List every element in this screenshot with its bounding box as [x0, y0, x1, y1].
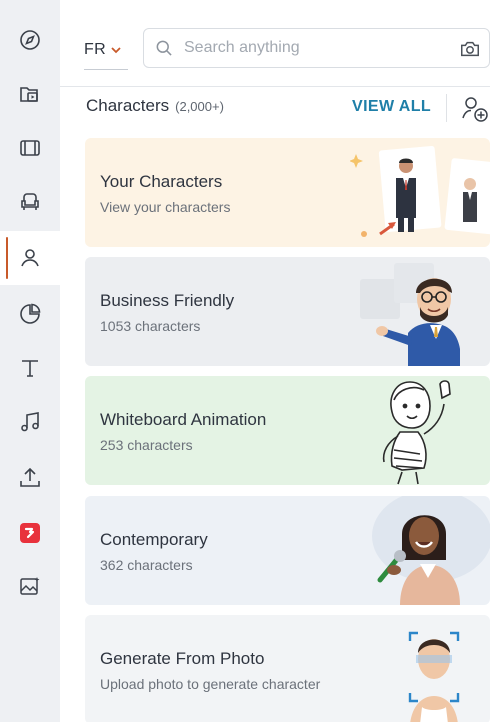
- business-friendly-illustration: [360, 263, 460, 366]
- search-input[interactable]: [184, 39, 444, 57]
- sidebar-item-explore[interactable]: [0, 13, 60, 67]
- person-icon: [21, 249, 39, 267]
- card-subtitle: View your characters: [100, 199, 231, 215]
- chevron-down-icon: [111, 47, 121, 54]
- generate-from-photo-illustration: [408, 631, 460, 722]
- sidebar-item-app[interactable]: [0, 506, 60, 560]
- header-divider: [60, 86, 490, 87]
- card-subtitle: Upload photo to generate character: [100, 676, 321, 692]
- sidebar-item-upload[interactable]: [0, 451, 60, 505]
- sidebar-item-characters[interactable]: [0, 231, 60, 285]
- sidebar-item-music[interactable]: [0, 395, 60, 449]
- header-separator: [446, 94, 447, 122]
- card-title: Contemporary: [100, 530, 208, 549]
- language-underline: [84, 69, 128, 70]
- film-icon: [20, 140, 40, 156]
- search-bar: [143, 28, 490, 68]
- folder-play-icon: [20, 87, 38, 102]
- add-character-icon[interactable]: [460, 94, 490, 124]
- section-count: (2,000+): [175, 99, 224, 114]
- image-sparkle-icon: [20, 577, 40, 595]
- card-generate-from-photo[interactable]: Generate From Photo Upload photo to gene…: [85, 615, 490, 722]
- card-subtitle: 1053 characters: [100, 318, 201, 334]
- card-subtitle: 362 characters: [100, 557, 193, 573]
- upload-icon: [20, 467, 40, 487]
- sidebar-item-props[interactable]: [0, 175, 60, 229]
- card-title: Business Friendly: [100, 291, 235, 310]
- view-all-link[interactable]: VIEW ALL: [352, 98, 431, 116]
- section-title: Characters (2,000+): [86, 96, 224, 120]
- compass-icon: [20, 30, 40, 50]
- language-label: FR: [84, 41, 106, 58]
- card-title: Generate From Photo: [100, 649, 265, 668]
- section-title-text: Characters: [86, 96, 170, 115]
- whiteboard-animation-illustration: [382, 380, 451, 485]
- card-subtitle: 253 characters: [100, 437, 193, 453]
- contemporary-illustration: [372, 496, 490, 605]
- your-characters-illustration: [350, 145, 490, 237]
- sidebar-item-ai-image[interactable]: [0, 560, 60, 614]
- card-title: Whiteboard Animation: [100, 410, 267, 429]
- music-note-icon: [21, 412, 39, 432]
- language-selector[interactable]: FR: [84, 30, 128, 70]
- armchair-icon: [21, 193, 39, 210]
- sidebar-item-scenes[interactable]: [0, 121, 60, 175]
- sidebar-item-text[interactable]: [0, 341, 60, 395]
- sidebar-item-charts[interactable]: [0, 287, 60, 341]
- pie-chart-icon: [20, 303, 41, 324]
- card-whiteboard-animation[interactable]: Whiteboard Animation 253 characters: [85, 376, 490, 485]
- left-sidebar: [0, 0, 60, 722]
- card-contemporary[interactable]: Contemporary 362 characters: [85, 496, 490, 605]
- sidebar-item-media[interactable]: [0, 67, 60, 121]
- text-icon: [22, 360, 38, 377]
- card-your-characters[interactable]: Your Characters View your characters: [85, 138, 490, 247]
- search-icon: [156, 40, 172, 56]
- card-business-friendly[interactable]: Business Friendly 1053 characters: [85, 257, 490, 366]
- card-title: Your Characters: [100, 172, 223, 191]
- app-logo-icon: [20, 523, 40, 543]
- camera-icon[interactable]: [459, 38, 481, 60]
